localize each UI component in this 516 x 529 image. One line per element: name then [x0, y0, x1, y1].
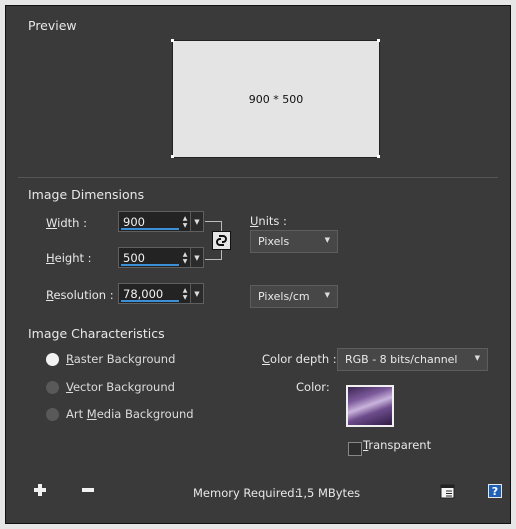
notes-icon[interactable] — [440, 484, 455, 502]
resolution-units-select[interactable]: Pixels/cm ▼ — [250, 285, 338, 308]
color-label: Color: — [296, 380, 330, 394]
preview-handle — [377, 155, 380, 158]
vector-background-label[interactable]: Vector Background — [66, 380, 175, 394]
units-value: Pixels — [258, 235, 290, 248]
color-swatch[interactable] — [346, 385, 394, 427]
chevron-down-icon: ▼ — [324, 291, 330, 299]
section-divider — [18, 177, 498, 178]
resolution-dropdown-button[interactable]: ▼ — [190, 284, 203, 303]
dimensions-title: Image Dimensions — [28, 187, 145, 202]
resolution-spinbox[interactable]: 78,000 ▲ ▼ ▼ — [118, 283, 204, 304]
art-media-background-label[interactable]: Art Media Background — [66, 407, 194, 421]
vector-background-radio[interactable] — [46, 381, 59, 394]
height-slider-bar[interactable] — [121, 264, 179, 266]
transparent-label[interactable]: Transparent — [363, 438, 431, 452]
height-value[interactable]: 500 — [123, 251, 145, 265]
new-image-dialog: Preview 900 * 500 Image Dimensions Width… — [5, 5, 511, 524]
raster-background-radio[interactable] — [46, 353, 59, 366]
art-media-background-radio[interactable] — [46, 408, 59, 421]
width-value[interactable]: 900 — [123, 215, 145, 229]
raster-background-label[interactable]: Raster Background — [66, 352, 175, 366]
width-label: Width : — [46, 216, 87, 230]
preview-canvas: 900 * 500 — [172, 40, 380, 158]
color-depth-select[interactable]: RGB - 8 bits/channel ▼ — [337, 348, 488, 371]
height-dropdown-button[interactable]: ▼ — [190, 248, 203, 267]
lock-aspect-button[interactable] — [212, 231, 231, 250]
units-label: Units : — [250, 214, 287, 228]
svg-text:?: ? — [492, 485, 498, 498]
preview-size-text: 900 * 500 — [248, 92, 304, 106]
resolution-units-value: Pixels/cm — [258, 290, 310, 303]
chevron-down-icon: ▼ — [324, 236, 330, 244]
preview-handle — [171, 39, 174, 42]
memory-required-label: Memory Required: — [193, 486, 299, 500]
transparent-checkbox[interactable] — [348, 442, 362, 456]
height-label: Height : — [46, 251, 92, 265]
minus-icon[interactable] — [81, 483, 95, 500]
help-icon[interactable]: ? — [488, 484, 502, 501]
chevron-down-icon: ▼ — [194, 289, 200, 298]
resolution-slider-bar[interactable] — [121, 300, 179, 302]
width-slider-bar[interactable] — [121, 228, 179, 230]
height-spinbox[interactable]: 500 ▲ ▼ ▼ — [118, 247, 204, 268]
link-icon — [216, 235, 227, 246]
resolution-label: Resolution : — [46, 288, 114, 302]
chevron-down-icon: ▼ — [194, 253, 200, 262]
chevron-down-icon: ▼ — [474, 354, 480, 362]
characteristics-title: Image Characteristics — [28, 326, 165, 341]
resolution-value[interactable]: 78,000 — [123, 287, 163, 301]
preview-handle — [377, 39, 380, 42]
color-depth-label: Color depth : — [262, 352, 337, 366]
color-depth-value: RGB - 8 bits/channel — [345, 353, 458, 366]
preview-handle — [171, 155, 174, 158]
width-spinbox[interactable]: 900 ▲ ▼ ▼ — [118, 211, 204, 232]
plus-icon[interactable] — [33, 483, 47, 500]
chevron-down-icon: ▼ — [194, 217, 200, 226]
width-dropdown-button[interactable]: ▼ — [190, 212, 203, 231]
units-select[interactable]: Pixels ▼ — [250, 230, 338, 253]
memory-required-value: 1,5 MBytes — [296, 486, 361, 500]
preview-title: Preview — [28, 18, 77, 33]
